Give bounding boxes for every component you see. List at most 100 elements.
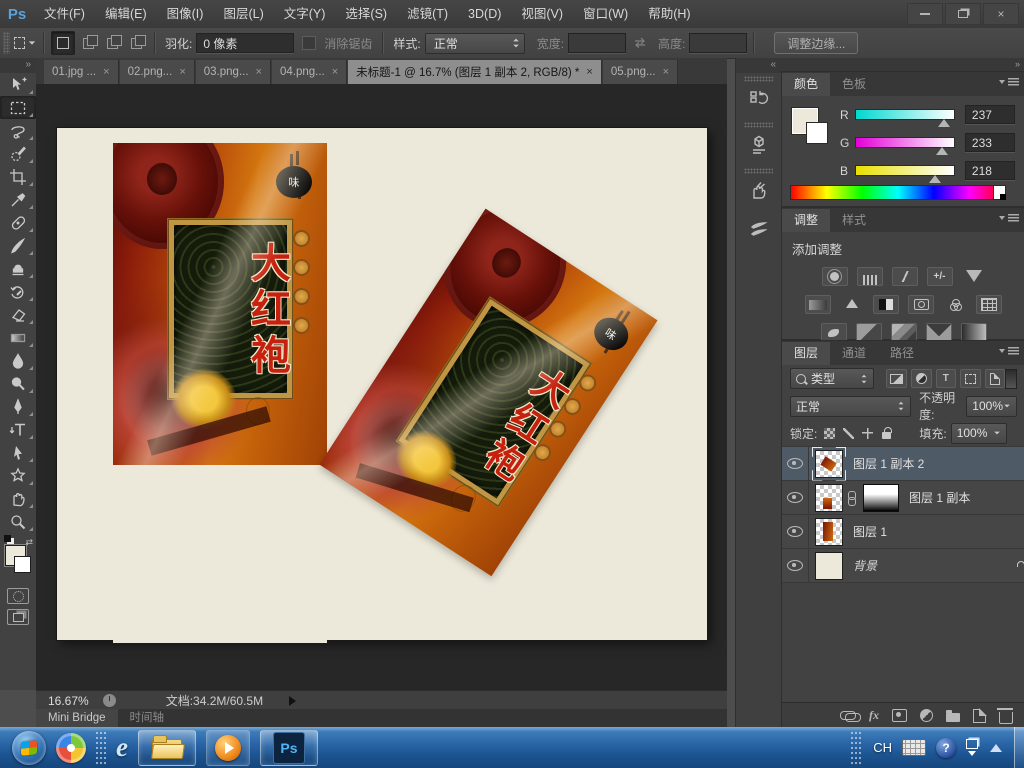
menu-type[interactable]: 文字(Y) (274, 0, 336, 28)
exposure-icon[interactable]: +/- (926, 267, 953, 286)
photo-filter-icon[interactable] (908, 295, 934, 314)
tab-close-icon[interactable]: × (586, 66, 592, 78)
doc-tab-4[interactable]: 04.png... × (271, 60, 348, 84)
filter-smart-objects-icon[interactable] (984, 369, 1006, 388)
green-slider[interactable] (855, 137, 955, 155)
close-button[interactable]: × (983, 3, 1019, 25)
default-colors-icon[interactable] (4, 535, 11, 542)
layer-row-background[interactable]: 背景 (782, 549, 1024, 583)
green-value-field[interactable]: 233 (964, 133, 1015, 152)
doc-tab-6[interactable]: 05.png... × (602, 60, 679, 84)
doc-tab-3[interactable]: 03.png... × (195, 60, 271, 84)
tab-close-icon[interactable]: × (663, 66, 669, 78)
layer-filter-type-dropdown[interactable]: 类型 (790, 368, 875, 389)
red-value-field[interactable]: 237 (964, 105, 1015, 124)
toolbar-collapse-button[interactable]: » (0, 58, 36, 73)
layer-row-selected[interactable]: 图层 1 副本 2 (782, 446, 1024, 481)
options-bar-grip[interactable] (3, 32, 10, 54)
quick-mask-button[interactable] (7, 588, 29, 604)
blue-slider[interactable] (855, 165, 955, 183)
menu-select[interactable]: 选择(S) (335, 0, 397, 28)
panel-menu-icon[interactable] (999, 78, 1019, 89)
clone-stamp-tool[interactable] (0, 257, 36, 280)
blur-tool[interactable] (0, 349, 36, 372)
show-hidden-icons-arrow[interactable] (990, 743, 1002, 752)
zoom-level-field[interactable]: 16.67% (44, 694, 93, 708)
channel-mixer-icon[interactable] (943, 295, 967, 312)
document-canvas[interactable]: 味 大红袍 味 大红袍 (57, 128, 707, 643)
color-spectrum-ramp[interactable] (790, 185, 1006, 200)
black-white-icon[interactable] (873, 295, 899, 314)
menu-layer[interactable]: 图层(L) (213, 0, 273, 28)
pen-tool[interactable] (0, 395, 36, 418)
internet-explorer-taskbar-icon[interactable]: e (116, 731, 128, 765)
custom-shape-tool[interactable] (0, 464, 36, 487)
height-input[interactable] (689, 33, 748, 53)
tab-layers[interactable]: 图层 (782, 342, 831, 365)
opacity-dropdown[interactable]: 100% (966, 395, 1017, 417)
menu-filter[interactable]: 滤镜(T) (397, 0, 458, 28)
menu-3d[interactable]: 3D(D) (458, 0, 511, 28)
layer-thumbnail[interactable] (815, 517, 843, 546)
intersect-selection-mode-button[interactable] (125, 32, 147, 54)
keyboard-icon[interactable] (902, 739, 926, 756)
menu-image[interactable]: 图像(I) (157, 0, 214, 28)
visibility-eye-icon[interactable] (782, 481, 809, 514)
background-color-swatch[interactable] (14, 556, 31, 573)
delete-layer-icon[interactable] (997, 707, 1013, 724)
doc-tab-1[interactable]: 01.jpg ... × (44, 60, 119, 84)
layer-thumbnail[interactable] (815, 551, 843, 580)
feather-input[interactable]: 0 像素 (196, 33, 295, 53)
quick-selection-tool[interactable] (0, 142, 36, 165)
move-tool[interactable] (0, 73, 36, 96)
menu-file[interactable]: 文件(F) (34, 0, 95, 28)
right-dock-collapse-button[interactable]: » (781, 58, 1024, 71)
style-dropdown[interactable]: 正常 (424, 32, 525, 54)
visibility-eye-icon[interactable] (782, 515, 809, 548)
refine-edge-button[interactable]: 调整边缘... (774, 32, 859, 54)
tool-presets-panel-icon[interactable] (742, 176, 776, 206)
eyedropper-tool[interactable] (0, 188, 36, 211)
mask-link-icon[interactable] (846, 490, 856, 506)
minimize-button[interactable] (907, 3, 943, 25)
tab-close-icon[interactable]: × (103, 66, 109, 78)
add-layer-mask-icon[interactable] (892, 709, 907, 722)
doc-tab-2[interactable]: 02.png... × (119, 60, 195, 84)
zoom-tool[interactable] (0, 510, 36, 533)
menu-view[interactable]: 视图(V) (511, 0, 573, 28)
rectangular-marquee-tool[interactable] (0, 96, 36, 119)
filter-pixel-layers-icon[interactable] (886, 369, 907, 388)
taskbar-divider-grip[interactable] (96, 730, 106, 765)
brightness-contrast-icon[interactable] (821, 267, 848, 286)
lock-image-pixels-icon[interactable] (842, 427, 855, 440)
new-layer-icon[interactable] (973, 708, 987, 723)
eraser-tool[interactable] (0, 303, 36, 326)
menu-help[interactable]: 帮助(H) (638, 0, 700, 28)
show-desktop-button[interactable] (1014, 727, 1024, 768)
tab-close-icon[interactable]: × (179, 66, 185, 78)
layer-row[interactable]: 图层 1 (782, 515, 1024, 549)
status-popup-arrow-icon[interactable] (289, 695, 297, 706)
menu-window[interactable]: 窗口(W) (573, 0, 638, 28)
layer-filter-toggle[interactable] (1005, 368, 1018, 389)
tab-styles[interactable]: 样式 (830, 209, 878, 232)
brush-panel-icon[interactable] (742, 214, 776, 244)
blue-value-field[interactable]: 218 (964, 161, 1015, 180)
hue-saturation-icon[interactable] (805, 295, 831, 314)
add-selection-mode-button[interactable] (77, 32, 99, 54)
lock-transparent-pixels-icon[interactable] (823, 427, 836, 440)
vibrance-icon[interactable] (962, 267, 986, 284)
3d-panel-icon[interactable] (742, 130, 776, 160)
tab-adjustments[interactable]: 调整 (782, 209, 831, 232)
menu-edit[interactable]: 编辑(E) (95, 0, 157, 28)
language-indicator[interactable]: CH (873, 740, 892, 755)
tab-swatches[interactable]: 色板 (830, 73, 878, 96)
filter-adjustment-layers-icon[interactable] (910, 369, 932, 388)
gradient-tool[interactable] (0, 326, 36, 349)
levels-icon[interactable] (856, 267, 883, 286)
width-input[interactable] (568, 33, 627, 53)
new-selection-mode-button[interactable] (51, 31, 75, 55)
window-switch-tray-icon[interactable] (966, 739, 978, 756)
explorer-taskbar-button[interactable] (137, 729, 196, 766)
filter-shape-layers-icon[interactable] (960, 369, 981, 388)
